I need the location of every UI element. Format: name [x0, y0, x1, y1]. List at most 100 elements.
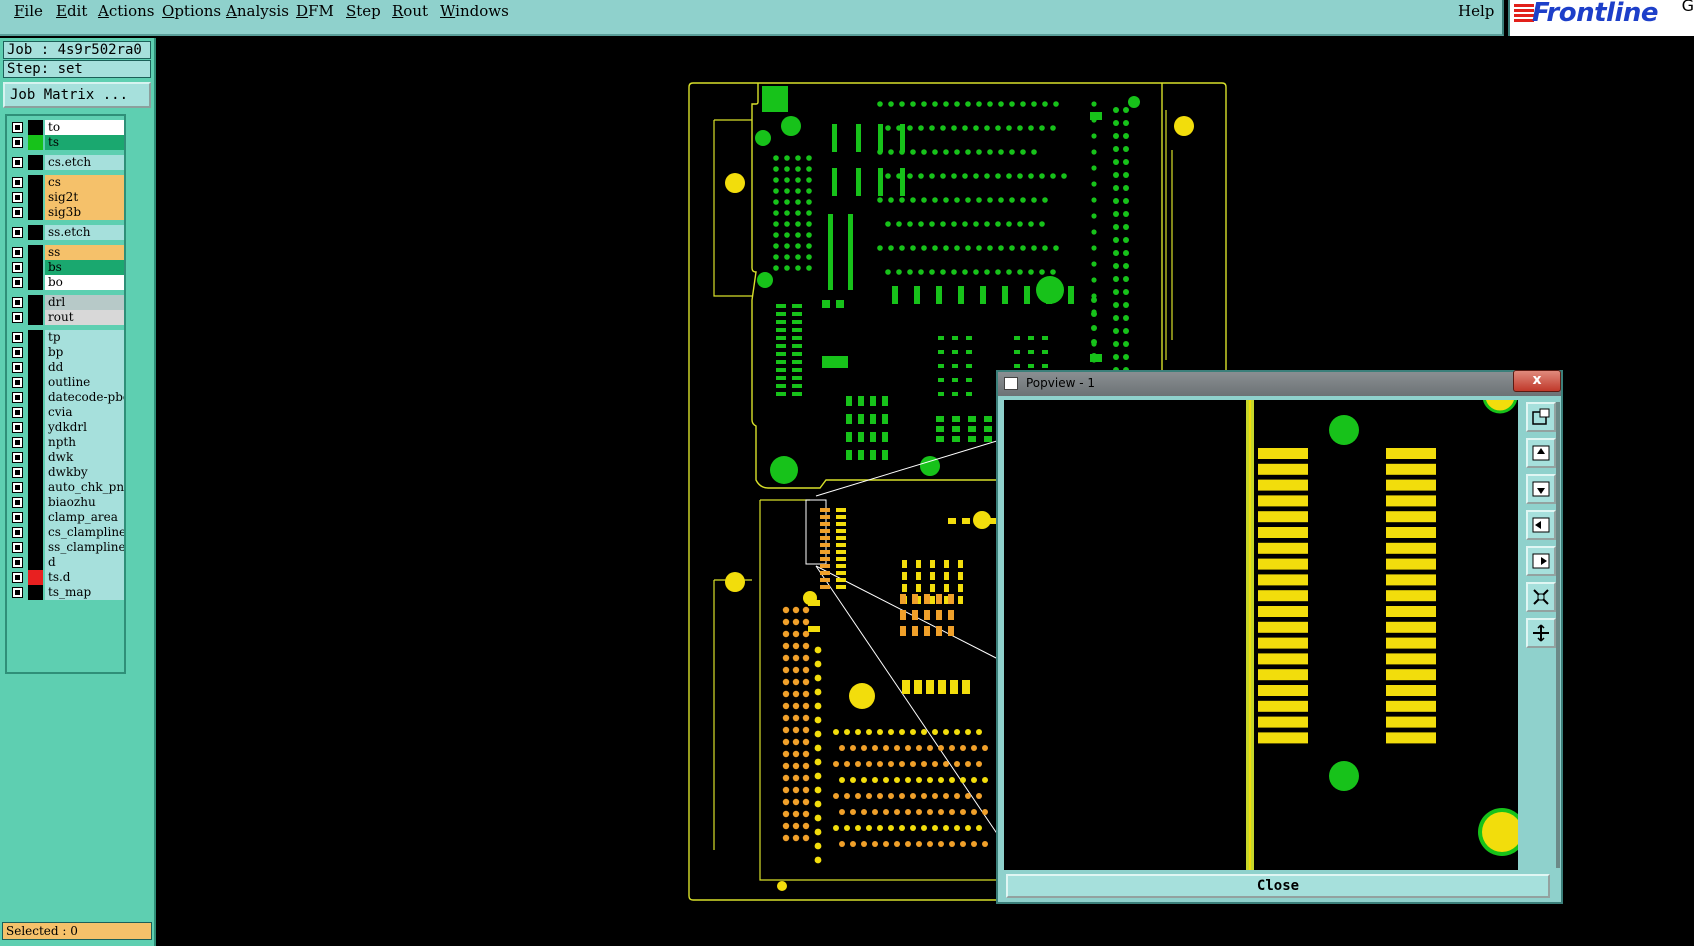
layer-name[interactable]: bp — [45, 345, 124, 360]
menu-windows[interactable]: Windows — [440, 2, 509, 20]
layer-row[interactable]: d — [9, 555, 124, 570]
layer-color-swatch[interactable] — [28, 205, 43, 220]
layer-checkbox[interactable] — [12, 157, 23, 168]
pan-left-icon[interactable] — [1526, 510, 1556, 540]
layer-name[interactable]: ts — [45, 135, 124, 150]
layer-checkbox[interactable] — [12, 392, 23, 403]
close-icon[interactable]: x — [1513, 370, 1561, 392]
layer-checkbox[interactable] — [12, 527, 23, 538]
layer-row[interactable]: auto_chk_pnl — [9, 480, 124, 495]
layer-color-swatch[interactable] — [28, 435, 43, 450]
zoom-in-icon[interactable] — [1526, 618, 1556, 648]
layer-name[interactable]: tp — [45, 330, 124, 345]
layer-row[interactable]: bp — [9, 345, 124, 360]
layer-row[interactable]: ydkdrl — [9, 420, 124, 435]
layer-name[interactable]: drl — [45, 295, 124, 310]
layer-name[interactable]: npth — [45, 435, 124, 450]
layer-checkbox[interactable] — [12, 277, 23, 288]
layer-color-swatch[interactable] — [28, 175, 43, 190]
layer-checkbox[interactable] — [12, 377, 23, 388]
popview-canvas[interactable] — [1004, 400, 1518, 870]
layer-row[interactable]: ts_map — [9, 585, 124, 600]
layer-color-swatch[interactable] — [28, 555, 43, 570]
layer-color-swatch[interactable] — [28, 360, 43, 375]
layer-checkbox[interactable] — [12, 407, 23, 418]
layer-name[interactable]: ydkdrl — [45, 420, 124, 435]
layer-row[interactable]: datecode-pbe — [9, 390, 124, 405]
layer-row[interactable]: clamp_area — [9, 510, 124, 525]
menu-rout[interactable]: Rout — [392, 2, 428, 20]
layer-name[interactable]: dd — [45, 360, 124, 375]
layer-name[interactable]: ss — [45, 245, 124, 260]
layer-checkbox[interactable] — [12, 512, 23, 523]
layer-row[interactable]: bs — [9, 260, 124, 275]
layer-row[interactable]: bo — [9, 275, 124, 290]
layer-color-swatch[interactable] — [28, 570, 43, 585]
layer-checkbox[interactable] — [12, 587, 23, 598]
layer-checkbox[interactable] — [12, 177, 23, 188]
layer-name[interactable]: bo — [45, 275, 124, 290]
layer-checkbox[interactable] — [12, 332, 23, 343]
layer-name[interactable]: datecode-pbe — [45, 390, 124, 405]
layer-color-swatch[interactable] — [28, 225, 43, 240]
layer-checkbox[interactable] — [12, 542, 23, 553]
layer-row[interactable]: tp — [9, 330, 124, 345]
layer-row[interactable]: cs.etch — [9, 155, 124, 170]
layer-color-swatch[interactable] — [28, 450, 43, 465]
layer-row[interactable]: ss.etch — [9, 225, 124, 240]
layer-checkbox[interactable] — [12, 557, 23, 568]
layer-checkbox[interactable] — [12, 422, 23, 433]
layer-color-swatch[interactable] — [28, 190, 43, 205]
menu-actions[interactable]: Actions — [98, 2, 154, 20]
pan-right-icon[interactable] — [1526, 546, 1556, 576]
popview-scrollbar[interactable] — [1556, 402, 1560, 868]
layer-color-swatch[interactable] — [28, 585, 43, 600]
pan-up-icon[interactable] — [1526, 438, 1556, 468]
layer-color-swatch[interactable] — [28, 275, 43, 290]
zoom-window-icon[interactable] — [1526, 402, 1556, 432]
layer-row[interactable]: cvia — [9, 405, 124, 420]
layer-color-swatch[interactable] — [28, 420, 43, 435]
layer-color-swatch[interactable] — [28, 295, 43, 310]
layer-color-swatch[interactable] — [28, 345, 43, 360]
layer-row[interactable]: npth — [9, 435, 124, 450]
menu-dfm[interactable]: DFM — [296, 2, 334, 20]
zoom-out-icon[interactable] — [1526, 582, 1556, 612]
layer-color-swatch[interactable] — [28, 480, 43, 495]
layer-color-swatch[interactable] — [28, 330, 43, 345]
layer-color-swatch[interactable] — [28, 375, 43, 390]
layer-name[interactable]: ts_map — [45, 585, 124, 600]
layer-checkbox[interactable] — [12, 452, 23, 463]
layer-checkbox[interactable] — [12, 572, 23, 583]
layer-color-swatch[interactable] — [28, 155, 43, 170]
close-button[interactable]: Close — [1006, 874, 1550, 898]
layer-checkbox[interactable] — [12, 207, 23, 218]
layer-row[interactable]: ss_clampline — [9, 540, 124, 555]
layer-checkbox[interactable] — [12, 262, 23, 273]
layer-checkbox[interactable] — [12, 227, 23, 238]
layer-name[interactable]: d — [45, 555, 124, 570]
layer-color-swatch[interactable] — [28, 310, 43, 325]
layer-name[interactable]: cs — [45, 175, 124, 190]
layer-color-swatch[interactable] — [28, 540, 43, 555]
layer-name[interactable]: auto_chk_pnl — [45, 480, 124, 495]
layer-color-swatch[interactable] — [28, 465, 43, 480]
layer-row[interactable]: dwk — [9, 450, 124, 465]
layer-checkbox[interactable] — [12, 467, 23, 478]
layer-row[interactable]: sig2t — [9, 190, 124, 205]
layer-row[interactable]: dd — [9, 360, 124, 375]
layer-checkbox[interactable] — [12, 122, 23, 133]
layer-row[interactable]: dwkby — [9, 465, 124, 480]
layer-color-swatch[interactable] — [28, 510, 43, 525]
menu-help[interactable]: Help — [1458, 2, 1494, 20]
layer-row[interactable]: ss — [9, 245, 124, 260]
layer-name[interactable]: bs — [45, 260, 124, 275]
menu-step[interactable]: Step — [346, 2, 381, 20]
layer-color-swatch[interactable] — [28, 120, 43, 135]
layer-name[interactable]: sig2t — [45, 190, 124, 205]
layer-name[interactable]: cvia — [45, 405, 124, 420]
layer-name[interactable]: ts.d — [45, 570, 124, 585]
layer-name[interactable]: ss.etch — [45, 225, 124, 240]
layer-row[interactable]: sig3b — [9, 205, 124, 220]
layer-row[interactable]: cs_clampline — [9, 525, 124, 540]
